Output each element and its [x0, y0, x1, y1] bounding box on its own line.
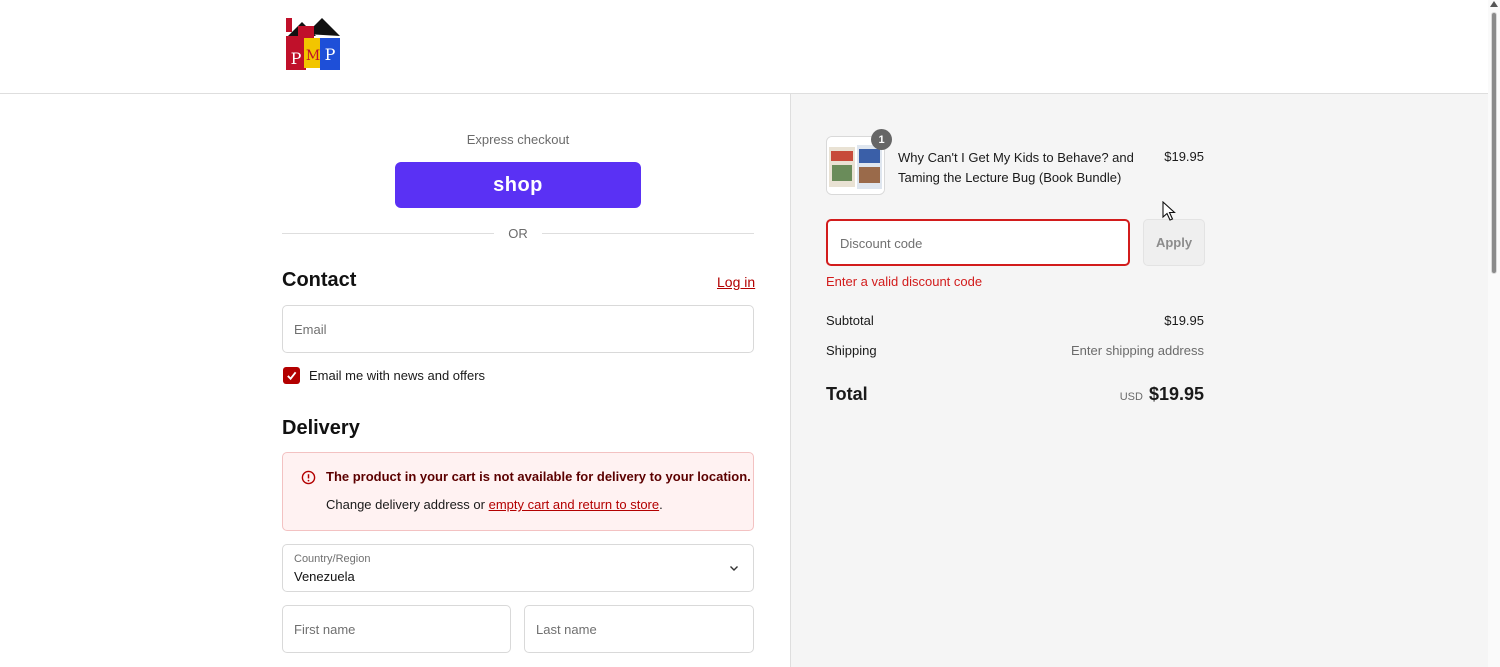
newsletter-label[interactable]: Email me with news and offers [309, 368, 485, 383]
alert-body: Change delivery address or empty cart an… [326, 497, 663, 512]
first-name-field[interactable]: First name [282, 605, 511, 653]
discount-error-message: Enter a valid discount code [826, 274, 983, 289]
svg-text:M: M [306, 48, 320, 64]
discount-code-field[interactable] [826, 219, 1130, 266]
discount-code-input[interactable] [838, 221, 1122, 266]
store-logo[interactable]: P M P [284, 16, 342, 74]
scroll-up-arrow-icon[interactable] [1490, 1, 1498, 7]
page-scrollbar[interactable] [1488, 0, 1500, 667]
shipping-label: Shipping [826, 343, 877, 358]
shop-pay-label: shop [493, 173, 543, 196]
shop-pay-button[interactable]: shop [395, 162, 641, 208]
email-field[interactable]: Email [282, 305, 754, 353]
or-divider: OR [282, 226, 754, 242]
scrollbar-thumb[interactable] [1491, 12, 1497, 274]
delivery-title: Delivery [282, 417, 360, 439]
last-name-field[interactable]: Last name [524, 605, 754, 653]
svg-text:P: P [291, 49, 302, 68]
mouse-cursor-icon [1162, 201, 1176, 221]
checkmark-icon [287, 371, 297, 381]
country-value: Venezuela [294, 569, 355, 584]
alert-suffix: . [659, 497, 663, 512]
alert-text: Change delivery address or [326, 497, 489, 512]
quantity-badge: 1 [871, 129, 892, 150]
total-currency: USD [1119, 391, 1143, 403]
log-in-link[interactable]: Log in [717, 274, 755, 290]
country-label: Country/Region [294, 553, 371, 565]
svg-text:P: P [325, 45, 336, 64]
product-title: Why Can't I Get My Kids to Behave? and T… [898, 150, 1134, 185]
email-placeholder: Email [294, 322, 327, 337]
total-label: Total [826, 384, 868, 404]
last-name-placeholder: Last name [536, 622, 597, 637]
shipping-value: Enter shipping address [1071, 343, 1204, 358]
express-checkout-label: Express checkout [466, 132, 570, 147]
first-name-placeholder: First name [294, 622, 356, 637]
chevron-down-icon [730, 566, 738, 571]
total-value-group: USD $19.95 [1120, 384, 1204, 405]
subtotal-value: $19.95 [1164, 313, 1204, 328]
divider-line-right [542, 233, 754, 234]
total-amount: $19.95 [1148, 384, 1204, 404]
product-price: $19.95 [1164, 149, 1204, 164]
empty-cart-link[interactable]: empty cart and return to store [489, 497, 660, 512]
site-header: P M P [0, 0, 1488, 94]
newsletter-checkbox[interactable] [283, 367, 300, 384]
contact-title: Contact [282, 269, 357, 291]
subtotal-label: Subtotal [826, 313, 874, 328]
alert-title: The product in your cart is not availabl… [326, 469, 751, 484]
warning-circle-icon [301, 470, 316, 485]
delivery-unavailable-alert: The product in your cart is not availabl… [282, 452, 754, 531]
apply-discount-button[interactable]: Apply [1143, 219, 1205, 266]
country-select[interactable]: Country/Region Venezuela [282, 544, 754, 592]
